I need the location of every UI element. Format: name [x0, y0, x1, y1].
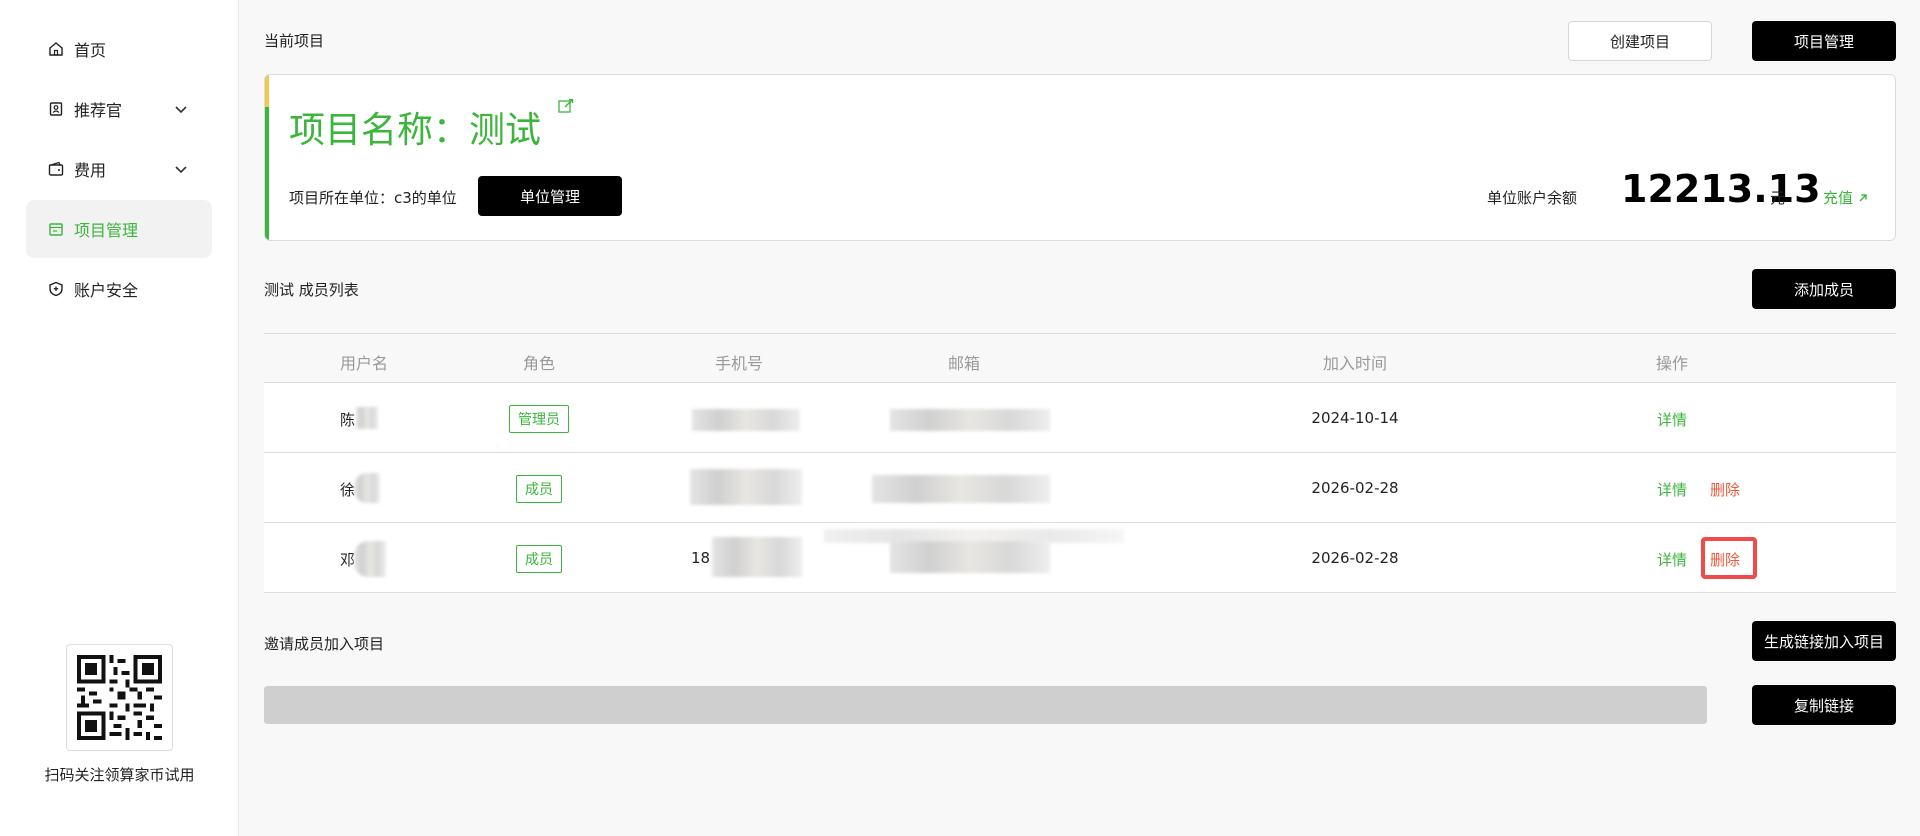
redacted-name [356, 407, 378, 429]
edit-icon[interactable] [557, 97, 575, 115]
folder-icon [46, 219, 66, 239]
column-header-role: 角色 [522, 354, 556, 373]
arrow-up-right-icon [1859, 193, 1867, 201]
table-row: 邓 成员 18 2026-02-28 详情 删除 [264, 523, 1896, 593]
redacted-phone [692, 409, 800, 431]
role-tag: 管理员 [509, 405, 569, 433]
shield-icon [46, 279, 66, 299]
recharge-label: 充值 [1823, 189, 1854, 207]
invite-title: 邀请成员加入项目 [264, 635, 385, 653]
project-unit-label: 项目所在单位：c3的单位 [289, 189, 457, 207]
balance-label: 单位账户余额 [1487, 189, 1578, 207]
current-project-label: 当前项目 [264, 32, 325, 50]
copy-link-button[interactable]: 复制链接 [1752, 685, 1896, 725]
role-tag: 成员 [516, 545, 562, 573]
username-cell: 邓 [340, 551, 356, 569]
member-table: 用户名 角色 手机号 邮箱 加入时间 操作 陈 管理员 2024-10-14 详… [264, 333, 1896, 593]
detail-link[interactable]: 详情 [1657, 479, 1687, 500]
sidebar-item-account-security[interactable]: 账户安全 [26, 260, 212, 318]
joined-date: 2026-02-28 [1311, 549, 1399, 567]
phone-cell: 18 [691, 549, 711, 567]
qr-code-icon [77, 655, 162, 740]
table-row: 陈 管理员 2024-10-14 详情 [264, 383, 1896, 453]
sidebar-item-recommender[interactable]: 推荐官 [26, 80, 212, 138]
table-row: 徐 成员 2026-02-28 详情 删除 [264, 453, 1896, 523]
delete-link[interactable]: 删除 [1710, 479, 1740, 500]
sidebar-item-home[interactable]: 首页 [26, 20, 212, 78]
username-cell: 陈 [340, 411, 356, 429]
add-member-button[interactable]: 添加成员 [1752, 269, 1896, 309]
home-icon [46, 39, 66, 59]
member-list-title: 测试 成员列表 [264, 281, 359, 299]
sidebar-item-label: 首页 [74, 41, 107, 60]
redacted-email [872, 475, 1050, 503]
create-project-button[interactable]: 创建项目 [1568, 21, 1712, 61]
redacted-email [890, 541, 1050, 573]
sidebar-item-label: 费用 [74, 161, 107, 180]
sidebar-item-label: 账户安全 [74, 281, 139, 300]
sidebar-item-label: 推荐官 [74, 101, 123, 120]
balance-unit: 元 [1770, 189, 1786, 207]
qr-code [66, 644, 173, 751]
badge-icon [46, 99, 66, 119]
column-header-username: 用户名 [339, 354, 389, 373]
sidebar-item-project-management[interactable]: 项目管理 [26, 200, 212, 258]
redacted-name [354, 541, 386, 577]
recharge-link[interactable]: 充值 [1823, 187, 1869, 208]
redacted-phone [712, 537, 802, 577]
username-cell: 徐 [340, 481, 356, 499]
unit-management-button[interactable]: 单位管理 [478, 176, 622, 216]
role-tag: 成员 [516, 475, 562, 503]
balance-value: 12213.13 [1621, 167, 1821, 211]
sidebar-item-label: 项目管理 [74, 221, 139, 240]
column-header-actions: 操作 [1655, 354, 1689, 373]
chevron-down-icon[interactable] [172, 160, 190, 178]
joined-date: 2024-10-14 [1311, 409, 1399, 427]
detail-link[interactable]: 详情 [1657, 549, 1687, 570]
redacted-phone [690, 469, 802, 505]
column-header-email: 邮箱 [947, 354, 981, 373]
redacted-name [354, 473, 380, 503]
project-name: 项目名称：测试 [289, 110, 542, 151]
table-header: 用户名 角色 手机号 邮箱 加入时间 操作 [264, 333, 1896, 383]
redacted-email [890, 409, 1050, 431]
generate-link-button[interactable]: 生成链接加入项目 [1752, 621, 1896, 661]
card-accent-top [265, 75, 269, 107]
project-card: 项目名称：测试 项目所在单位：c3的单位 单位管理 单位账户余额 12213.1… [264, 74, 1896, 241]
sidebar: 首页 推荐官 费用 项目管理 账户安全 扫码关注领算家币试用 [0, 0, 239, 836]
qr-caption: 扫码关注领算家币试用 [44, 766, 195, 784]
column-header-joined: 加入时间 [1322, 354, 1388, 373]
wallet-icon [46, 159, 66, 179]
project-management-button[interactable]: 项目管理 [1752, 21, 1896, 61]
detail-link[interactable]: 详情 [1657, 409, 1687, 430]
joined-date: 2026-02-28 [1311, 479, 1399, 497]
invite-link-field[interactable] [264, 686, 1707, 724]
delete-highlight-box [1701, 537, 1757, 579]
sidebar-item-fees[interactable]: 费用 [26, 140, 212, 198]
column-header-phone: 手机号 [714, 354, 764, 373]
chevron-down-icon[interactable] [172, 100, 190, 118]
